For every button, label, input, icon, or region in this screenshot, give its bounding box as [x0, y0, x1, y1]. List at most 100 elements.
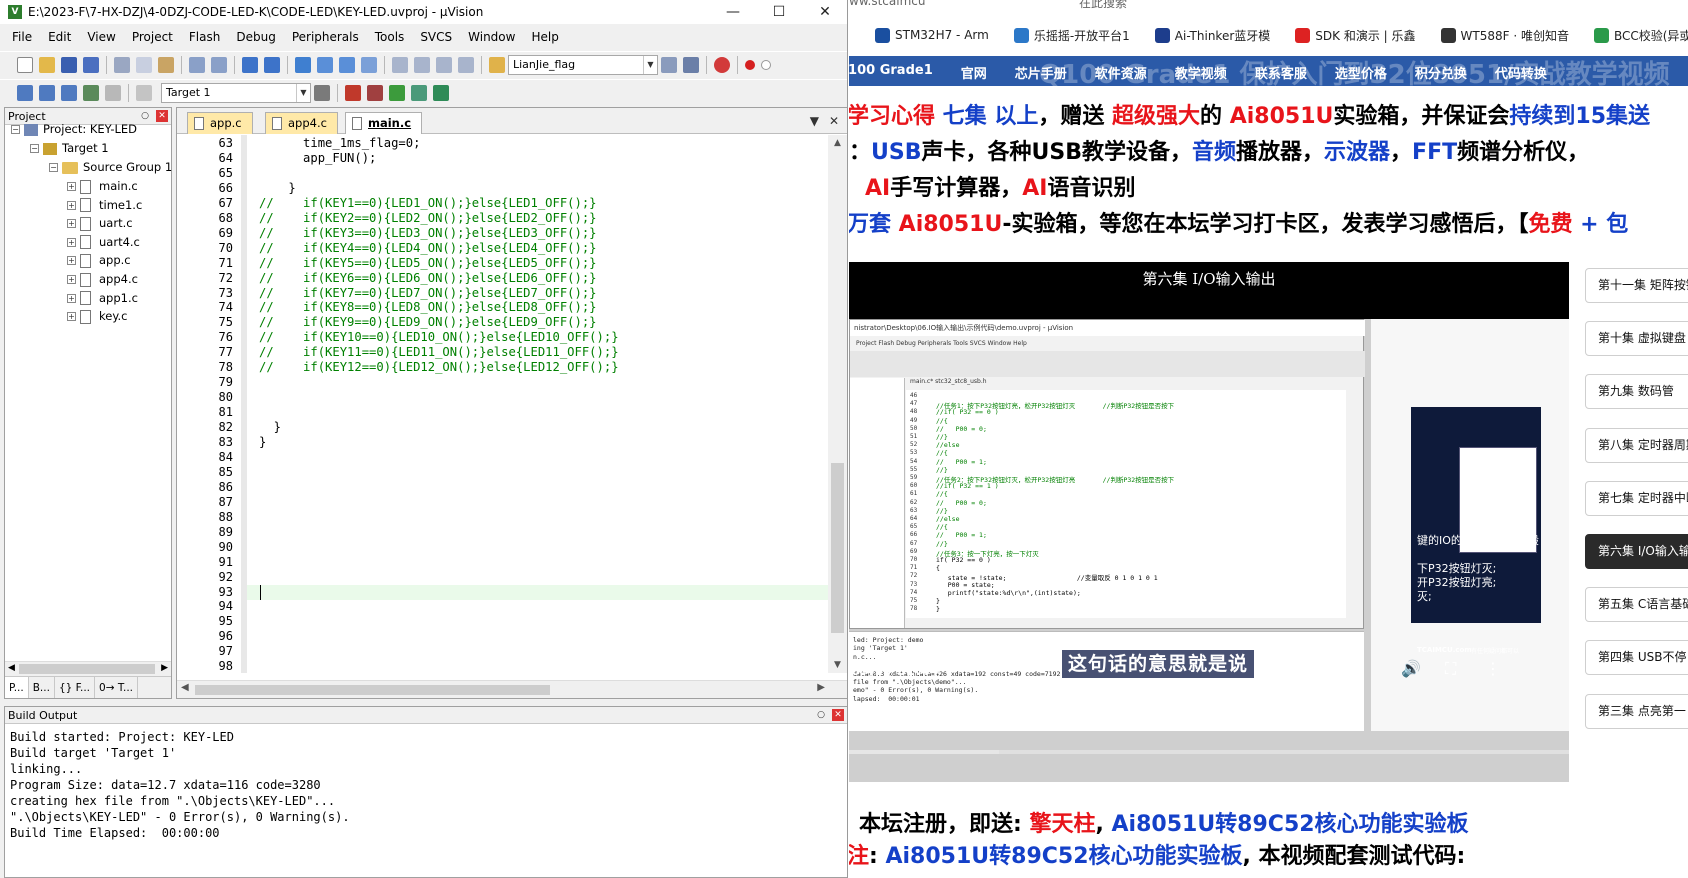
cut-icon[interactable]: [114, 56, 130, 73]
unindent-icon[interactable]: [414, 56, 430, 73]
scroll-right-icon[interactable]: ▶: [817, 682, 825, 693]
clear-bookmarks-icon[interactable]: [361, 56, 377, 73]
episode-item[interactable]: 第八集 定时器周期: [1585, 427, 1688, 463]
more-options-icon[interactable]: ⋮: [1485, 659, 1501, 678]
bookmark-item[interactable]: STM32H7 - Arm: [875, 27, 989, 43]
site-nav-item[interactable]: 代码转换: [1495, 63, 1547, 82]
translate-icon[interactable]: [17, 84, 33, 101]
bookmark-icon[interactable]: [295, 56, 311, 73]
video-progress-bar[interactable]: [849, 750, 1569, 754]
close-panel-icon[interactable]: ✕: [156, 110, 168, 122]
editor-hscrollbar[interactable]: ◀ ▶: [177, 680, 847, 698]
uncomment-icon[interactable]: [458, 56, 474, 73]
close-panel-icon[interactable]: ✕: [832, 709, 844, 721]
editor-tab[interactable]: app4.c: [265, 112, 338, 134]
close-tab-icon[interactable]: ✕: [829, 114, 839, 128]
tree-file[interactable]: + main.c: [67, 177, 138, 196]
episode-item[interactable]: 第十集 虚拟键盘: [1585, 321, 1688, 357]
panel-tab[interactable]: {} F...: [55, 677, 96, 698]
rebuild-icon[interactable]: [61, 84, 77, 101]
collapse-icon[interactable]: −: [30, 144, 39, 153]
site-nav-item[interactable]: 联系客服: [1255, 63, 1307, 82]
episode-item[interactable]: 第五集 C语言基础: [1585, 587, 1688, 623]
menu-flash[interactable]: Flash: [181, 30, 228, 44]
scroll-left-icon[interactable]: ◀: [8, 663, 15, 673]
fullscreen-icon[interactable]: ⛶: [1445, 659, 1456, 679]
maximize-icon[interactable]: ☐: [756, 0, 802, 24]
undo-icon[interactable]: [189, 56, 205, 73]
menu-view[interactable]: View: [79, 30, 123, 44]
bookmark-item[interactable]: Ai-Thinker蓝牙模: [1154, 27, 1270, 44]
target-options-icon[interactable]: [314, 84, 330, 101]
pin-icon[interactable]: ○: [139, 110, 151, 122]
menu-file[interactable]: File: [4, 30, 40, 44]
panel-tab[interactable]: 0→ T...: [95, 677, 139, 698]
episode-item[interactable]: 第七集 定时器中断: [1585, 480, 1688, 516]
stop-build-icon[interactable]: [105, 84, 121, 101]
tree-file[interactable]: + key.c: [67, 307, 127, 326]
bookmark-item[interactable]: SDK 和演示 | 乐鑫: [1295, 27, 1416, 44]
scrollbar-thumb[interactable]: [831, 463, 844, 633]
editor-tab[interactable]: main.c: [345, 112, 423, 134]
expand-icon[interactable]: +: [67, 293, 76, 303]
select-packs-icon[interactable]: [389, 84, 405, 101]
editor-tab[interactable]: app.c: [187, 112, 253, 134]
close-icon[interactable]: ✕: [802, 0, 847, 24]
find-in-files-icon[interactable]: [489, 56, 505, 73]
site-nav-item[interactable]: 官网: [961, 63, 987, 82]
episode-item[interactable]: 第十一集 矩阵按键: [1585, 268, 1688, 303]
site-nav-item[interactable]: 软件资源: [1095, 63, 1147, 82]
chevron-down-icon[interactable]: ▼: [296, 83, 310, 102]
menu-tools[interactable]: Tools: [367, 30, 413, 44]
batch-build-icon[interactable]: [83, 84, 99, 101]
bookmark-item[interactable]: 乐摇摇-开放平台1: [1013, 27, 1130, 44]
episode-item[interactable]: 第九集 数码管: [1585, 374, 1688, 410]
scrollbar-thumb[interactable]: [19, 664, 155, 674]
nav-forward-icon[interactable]: [264, 56, 280, 73]
indent-icon[interactable]: [392, 56, 408, 73]
episode-item[interactable]: 第三集 点亮第一: [1585, 693, 1688, 729]
bookmark-item[interactable]: BCC校验(异或校验: [1593, 27, 1688, 44]
editor-vscrollbar[interactable]: ▲ ▼: [828, 135, 847, 673]
expand-icon[interactable]: +: [67, 182, 76, 191]
breakpoint-icon[interactable]: [745, 59, 755, 70]
save-all-icon[interactable]: [83, 56, 99, 73]
episode-item[interactable]: 第六集 I/O输入输出: [1585, 534, 1688, 569]
panel-tab[interactable]: B...: [29, 677, 55, 698]
find-icon[interactable]: [661, 56, 677, 73]
expand-icon[interactable]: +: [67, 219, 76, 229]
pin-icon[interactable]: ○: [815, 709, 827, 721]
tree-file[interactable]: + app.c: [67, 251, 131, 270]
tab-list-icon[interactable]: ▼: [810, 114, 819, 128]
site-nav-item[interactable]: 选型价格: [1335, 63, 1387, 82]
paste-icon[interactable]: [158, 56, 174, 73]
open-file-icon[interactable]: [39, 56, 55, 73]
project-hscrollbar[interactable]: ◀ ▶: [5, 661, 171, 676]
pack-installer-icon[interactable]: [411, 84, 427, 101]
expand-icon[interactable]: +: [67, 312, 76, 322]
breakpoint-disabled-icon[interactable]: [761, 59, 771, 70]
find-combo[interactable]: LianJie_flag ▼: [508, 54, 658, 75]
scroll-up-icon[interactable]: ▲: [828, 138, 847, 148]
incremental-find-icon[interactable]: [683, 56, 699, 73]
bookmark-item[interactable]: WT588F · 唯创知音: [1440, 27, 1569, 44]
next-bookmark-icon[interactable]: [339, 56, 355, 73]
collapse-icon[interactable]: −: [11, 125, 20, 134]
site-nav-item[interactable]: 积分兑换: [1415, 63, 1467, 82]
manage-rte-icon[interactable]: [433, 84, 449, 101]
expand-icon[interactable]: +: [67, 200, 76, 210]
expand-icon[interactable]: +: [67, 256, 76, 266]
menu-help[interactable]: Help: [523, 30, 566, 44]
menu-svcs[interactable]: SVCS: [412, 30, 460, 44]
site-nav-item[interactable]: Q100 Grade1: [849, 63, 933, 82]
expand-icon[interactable]: +: [67, 275, 76, 284]
download-icon[interactable]: [136, 84, 152, 101]
menu-window[interactable]: Window: [460, 30, 523, 44]
redo-icon[interactable]: [211, 56, 227, 73]
collapse-icon[interactable]: −: [49, 163, 58, 172]
save-icon[interactable]: [61, 56, 77, 73]
address-bar-fragment[interactable]: ww.stcaimcu 在此搜索: [849, 0, 1688, 10]
menu-project[interactable]: Project: [124, 30, 181, 44]
target-select[interactable]: Target 1 ▼: [161, 82, 311, 103]
prev-bookmark-icon[interactable]: [317, 56, 333, 73]
